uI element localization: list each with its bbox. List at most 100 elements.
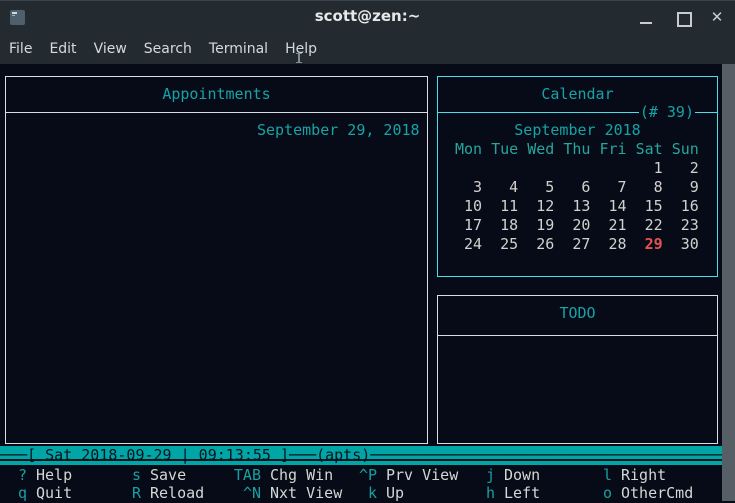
calendar-day: 5 (527, 178, 554, 196)
calendar-day: 6 (563, 178, 590, 196)
todo-panel-title: TODO (438, 304, 717, 323)
calendar-grid: September 2018 Mon Tue Wed Thu Fri Sat S… (455, 121, 700, 254)
menu-item-terminal[interactable]: Terminal (209, 41, 268, 57)
window-title: scott@zen:~ (0, 1, 735, 31)
calendar-week-row: 3 4 5 6 7 8 9 (455, 178, 700, 197)
calendar-day: 30 (672, 235, 699, 253)
help-label: OtherCmd (621, 484, 693, 502)
help-key: j (468, 466, 495, 485)
scrollbar[interactable] (722, 64, 735, 501)
menu-item-file[interactable]: File (9, 41, 32, 57)
calendar-day: 28 (600, 235, 627, 253)
calendar-day: 10 (455, 197, 482, 215)
todo-panel: TODO (437, 295, 718, 444)
calendar-day: 15 (636, 197, 663, 215)
help-binding: R Reload (114, 484, 204, 503)
menu-item-search[interactable]: Search (144, 41, 192, 57)
help-binding: l Right (585, 466, 666, 485)
help-row: q Quit R Reload ^N Nxt ViewkUp h Left o OtherCmd (0, 484, 722, 503)
help-row: ? Help s Save TAB Chg Win ^P Prv View j Down l Righ… (0, 466, 722, 485)
help-binding: q Quit (0, 484, 72, 503)
help-binding: kUp (341, 484, 404, 503)
help-label: Left (504, 484, 540, 502)
appointments-title-separator (6, 112, 427, 113)
help-label: Up (386, 484, 404, 502)
calendar-day-empty (455, 159, 482, 177)
calendar-day: 2 (672, 159, 699, 177)
help-label: Save (150, 466, 186, 484)
calendar-day: 13 (563, 197, 590, 215)
help-binding: j Down (468, 466, 540, 485)
calendar-day: 12 (527, 197, 554, 215)
appointments-panel-title: Appointments (6, 85, 427, 104)
calendar-day: 1 (636, 159, 663, 177)
calendar-day: 22 (636, 216, 663, 234)
help-key: q (0, 484, 27, 503)
calendar-day: 25 (491, 235, 518, 253)
calendar-day: 20 (563, 216, 590, 234)
todo-title-separator (438, 335, 717, 336)
help-label: Down (504, 466, 540, 484)
calendar-day-empty (600, 159, 627, 177)
help-label: Nxt View (270, 484, 342, 502)
help-binding: ^N Nxt View (225, 484, 342, 503)
calendar-day-empty (563, 159, 590, 177)
help-binding: ? Help (0, 466, 72, 485)
calendar-day: 8 (636, 178, 663, 196)
calendar-day: 17 (455, 216, 482, 234)
help-binding: s Save (114, 466, 186, 485)
calendar-day: 23 (672, 216, 699, 234)
calendar-day: 18 (491, 216, 518, 234)
ibeam-mouse-cursor (295, 53, 303, 63)
help-label: Quit (36, 484, 72, 502)
help-key: s (114, 466, 141, 485)
calendar-week-row: 10 11 12 13 14 15 16 (455, 197, 700, 216)
minimize-button[interactable] (635, 7, 657, 27)
weekday-heading: Mon Tue Wed Thu Fri Sat Sun (455, 140, 700, 159)
help-key: l (585, 466, 612, 485)
help-label: Reload (150, 484, 204, 502)
help-key: h (468, 484, 495, 503)
calendar-day: 4 (491, 178, 518, 196)
calendar-day-empty (491, 159, 518, 177)
menubar: FileEditViewSearchTerminalHelp (0, 33, 735, 65)
help-binding: o OtherCmd (585, 484, 693, 503)
help-label: Right (621, 466, 666, 484)
week-number-badge: (# 39) (639, 103, 695, 122)
calendar-week-row: 1 2 (455, 159, 700, 178)
help-binding: TAB Chg Win (225, 466, 333, 485)
help-label: Prv View (386, 466, 458, 484)
calendar-week-row: 17 18 19 20 21 22 23 (455, 216, 700, 235)
help-key: ? (0, 466, 27, 485)
titlebar: scott@zen:~ ✕ (0, 1, 735, 31)
appointments-date-heading: September 29, 2018 (257, 121, 420, 140)
maximize-button[interactable] (672, 7, 694, 27)
terminal-content: Appointments September 29, 2018 Calendar… (0, 64, 722, 501)
help-key: TAB (225, 466, 261, 485)
help-key: ^P (341, 466, 377, 485)
calendar-week-row: 24 25 26 27 28 29 30 (455, 235, 700, 254)
help-label: Chg Win (270, 466, 333, 484)
menu-item-view[interactable]: View (94, 41, 127, 57)
help-key: ^N (225, 484, 261, 503)
help-key: o (585, 484, 612, 503)
calendar-day: 27 (563, 235, 590, 253)
month-heading: September 2018 (455, 121, 700, 140)
window-chrome: scott@zen:~ ✕ File Edit View Search Terminal… (0, 0, 735, 64)
calendar-day: 14 (600, 197, 627, 215)
help-key: R (114, 484, 141, 503)
help-binding: ^P Prv View (341, 466, 458, 485)
calendar-day: 19 (527, 216, 554, 234)
calendar-day-empty (527, 159, 554, 177)
help-label: Help (36, 466, 72, 484)
menu-item-edit[interactable]: Edit (49, 41, 76, 57)
calendar-day: 29 (636, 235, 663, 253)
calendar-panel-title: Calendar (438, 85, 717, 104)
status-underline (0, 459, 722, 461)
calendar-day: 24 (455, 235, 482, 253)
calendar-day: 7 (600, 178, 627, 196)
calendar-day: 3 (455, 178, 482, 196)
close-button[interactable]: ✕ (706, 7, 728, 27)
calendar-day: 16 (672, 197, 699, 215)
calendar-day: 26 (527, 235, 554, 253)
